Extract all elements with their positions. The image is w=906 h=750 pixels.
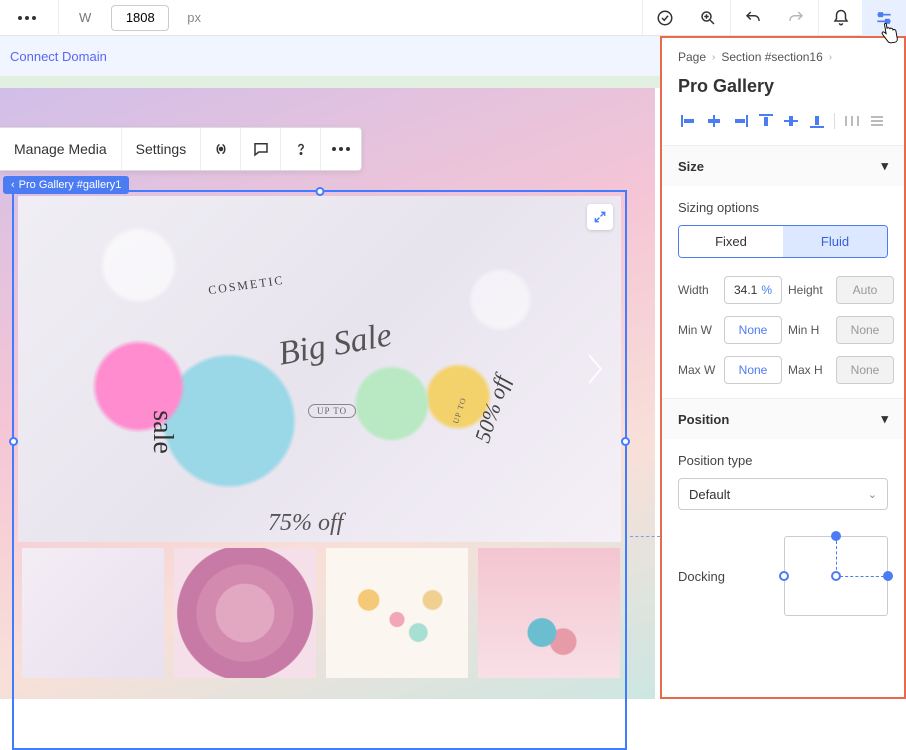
- position-section-header[interactable]: Position ▾: [662, 398, 904, 439]
- more-menu-icon[interactable]: [8, 8, 46, 28]
- maxh-field-label: Max H: [788, 363, 830, 377]
- align-left-icon[interactable]: [678, 111, 700, 131]
- image-text-sale: sale: [146, 410, 178, 454]
- dock-point-top[interactable]: [831, 531, 841, 541]
- distribute-h-icon[interactable]: [841, 111, 863, 131]
- dock-line-vertical: [836, 541, 837, 575]
- crumb-page[interactable]: Page: [678, 50, 706, 64]
- element-label-text: Pro Gallery #gallery1: [19, 179, 122, 191]
- sizing-fixed-button[interactable]: Fixed: [679, 226, 783, 257]
- docking-widget[interactable]: [784, 536, 888, 616]
- connect-domain-link[interactable]: Connect Domain: [10, 49, 107, 64]
- chevron-right-icon: ›: [829, 52, 832, 63]
- breadcrumb: Page › Section #section16 ›: [662, 38, 904, 70]
- check-circle-icon[interactable]: [642, 0, 686, 35]
- inspector-toggle-button[interactable]: [862, 0, 906, 36]
- crumb-section[interactable]: Section #section16: [721, 50, 822, 64]
- align-top-icon[interactable]: [755, 111, 777, 131]
- image-text-up-to: UP TO: [308, 404, 356, 418]
- inspector-panel: Page › Section #section16 › Pro Gallery …: [660, 36, 906, 699]
- zoom-in-icon[interactable]: [686, 0, 730, 35]
- docking-label: Docking: [678, 569, 725, 584]
- thumbnail-2[interactable]: [174, 548, 316, 678]
- manage-media-button[interactable]: Manage Media: [0, 128, 122, 170]
- sizing-segmented-control: Fixed Fluid: [678, 225, 888, 258]
- toolbar-more-icon[interactable]: [321, 128, 361, 170]
- toolbar-comment-icon[interactable]: [241, 128, 281, 170]
- help-icon[interactable]: [281, 128, 321, 170]
- minh-field-label: Min H: [788, 323, 830, 337]
- dock-point-left[interactable]: [779, 571, 789, 581]
- align-bottom-icon[interactable]: [806, 111, 828, 131]
- minw-field-label: Min W: [678, 323, 718, 337]
- size-section-body: Sizing options Fixed Fluid Width 34.1% H…: [662, 186, 904, 398]
- thumbnail-1[interactable]: [22, 548, 164, 678]
- canvas-width-input[interactable]: [111, 5, 169, 31]
- thumbnail-4[interactable]: [478, 548, 620, 678]
- position-type-label: Position type: [678, 453, 888, 468]
- maxw-field-label: Max W: [678, 363, 718, 377]
- height-field-label: Height: [788, 283, 830, 297]
- dock-point-center[interactable]: [831, 571, 841, 581]
- px-unit-label: px: [181, 10, 201, 25]
- chevron-down-icon: ⌄: [868, 488, 877, 501]
- alignment-guide: [630, 536, 660, 537]
- width-input[interactable]: 34.1%: [724, 276, 782, 304]
- height-input: Auto: [836, 276, 894, 304]
- alignment-toolbar: [662, 111, 904, 145]
- panel-title: Pro Gallery: [662, 70, 904, 111]
- chevron-down-icon: ▾: [881, 158, 888, 174]
- position-header-label: Position: [678, 412, 729, 427]
- sizing-fluid-button[interactable]: Fluid: [783, 226, 887, 257]
- element-toolbar: Manage Media Settings: [0, 127, 362, 171]
- chevron-right-icon: ›: [712, 52, 715, 63]
- undo-icon[interactable]: [730, 0, 774, 35]
- width-label: W: [71, 10, 99, 25]
- sizing-options-label: Sizing options: [678, 200, 888, 215]
- gallery-next-icon[interactable]: [585, 351, 605, 387]
- align-right-icon[interactable]: [729, 111, 751, 131]
- size-header-label: Size: [678, 159, 704, 174]
- settings-button[interactable]: Settings: [122, 128, 202, 170]
- stretch-icon[interactable]: [201, 128, 241, 170]
- dock-point-right[interactable]: [883, 571, 893, 581]
- thumbnail-3[interactable]: [326, 548, 468, 678]
- image-text-bottom: 75% off: [268, 510, 343, 537]
- width-field-label: Width: [678, 283, 718, 297]
- dock-line-horizontal: [840, 576, 884, 577]
- element-label-tag[interactable]: ‹ Pro Gallery #gallery1: [3, 176, 129, 194]
- position-type-value: Default: [689, 487, 730, 502]
- position-section-body: Position type Default ⌄: [662, 439, 904, 524]
- align-center-v-icon[interactable]: [781, 111, 803, 131]
- minh-input: None: [836, 316, 894, 344]
- product-image: [18, 196, 621, 542]
- bell-icon[interactable]: [818, 0, 862, 35]
- chevron-left-icon: ‹: [11, 179, 15, 191]
- redo-icon[interactable]: [774, 0, 818, 35]
- chevron-down-icon: ▾: [881, 411, 888, 427]
- top-toolbar: W px: [0, 0, 906, 36]
- expand-icon[interactable]: [587, 204, 613, 230]
- gallery-thumbnails: [22, 548, 620, 678]
- position-type-select[interactable]: Default ⌄: [678, 478, 888, 510]
- minw-input[interactable]: None: [724, 316, 782, 344]
- docking-row: Docking: [662, 524, 904, 616]
- maxh-input: None: [836, 356, 894, 384]
- gallery-main-image[interactable]: COSMETIC Big Sale UP TO sale UP TO 50% o…: [18, 196, 621, 542]
- align-center-h-icon[interactable]: [704, 111, 726, 131]
- distribute-v-icon[interactable]: [866, 111, 888, 131]
- maxw-input[interactable]: None: [724, 356, 782, 384]
- size-section-header[interactable]: Size ▾: [662, 145, 904, 186]
